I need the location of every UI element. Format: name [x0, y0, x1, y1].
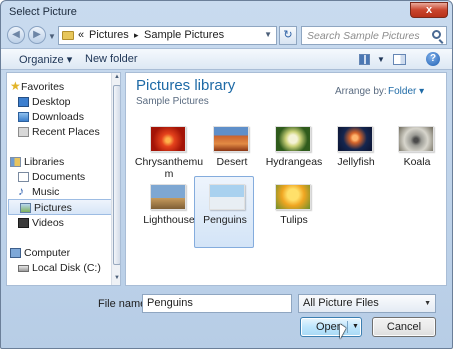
- open-options-dropdown-icon[interactable]: ▼: [352, 323, 359, 330]
- arrange-by-dropdown[interactable]: Folder ▾: [388, 86, 424, 97]
- breadcrumb-pictures[interactable]: Pictures: [89, 29, 129, 41]
- sidebar-item-label: Desktop: [32, 96, 71, 108]
- desktop-icon: [18, 97, 29, 107]
- refresh-button[interactable]: ↻: [279, 26, 297, 45]
- cancel-button[interactable]: Cancel: [372, 317, 436, 337]
- sidebar-item-music[interactable]: ♪ Music: [7, 184, 111, 200]
- search-icon[interactable]: [432, 30, 441, 39]
- help-icon[interactable]: ?: [426, 52, 440, 66]
- libraries-icon: [10, 157, 21, 167]
- chevron-down-icon: ▼: [424, 300, 431, 307]
- sidebar-group-libraries[interactable]: Libraries: [7, 154, 111, 170]
- title-bar[interactable]: Select Picture x: [1, 1, 452, 23]
- sidebar-item-label: Downloads: [32, 111, 84, 123]
- open-button-label: Open: [316, 321, 343, 333]
- sidebar-item-videos[interactable]: Videos: [7, 215, 111, 231]
- sidebar-item-label: Music: [32, 186, 60, 198]
- recent-places-icon: [18, 127, 29, 137]
- navigation-bar: ◀ ▶ ▼ « Pictures ▸ Sample Pictures ▼ ↻ S…: [1, 23, 452, 47]
- file-item-penguins[interactable]: Penguins: [194, 176, 254, 248]
- tulips-thumbnail: [275, 184, 311, 210]
- breadcrumb-separator-icon[interactable]: ▸: [134, 30, 139, 41]
- change-view-icon[interactable]: [359, 54, 370, 65]
- sidebar-item-label: Documents: [32, 171, 86, 183]
- breadcrumb-overflow[interactable]: «: [78, 29, 84, 41]
- star-icon: ★: [10, 79, 21, 93]
- lighthouse-thumbnail: [150, 184, 186, 210]
- new-folder-button[interactable]: New folder: [85, 53, 138, 65]
- sidebar-item-pictures[interactable]: Pictures: [8, 199, 112, 215]
- sidebar-group-label: Computer: [24, 247, 71, 259]
- view-options-dropdown-icon[interactable]: ▼: [377, 55, 385, 64]
- mouse-cursor-icon: [340, 324, 346, 339]
- window-title: Select Picture: [9, 6, 77, 18]
- sidebar-item-downloads[interactable]: Downloads: [7, 109, 111, 125]
- sidebar-group-favorites[interactable]: ★ Favorites: [7, 79, 111, 95]
- sidebar-item-documents[interactable]: Documents: [7, 169, 111, 185]
- koala-thumbnail: [398, 126, 434, 152]
- close-button[interactable]: x: [410, 2, 448, 18]
- sidebar-item-recent-places[interactable]: Recent Places: [7, 124, 111, 140]
- sidebar-item-local-disk[interactable]: Local Disk (C:): [7, 260, 111, 276]
- arrange-by-label: Arrange by:: [335, 86, 387, 97]
- downloads-icon: [18, 112, 29, 122]
- search-input[interactable]: Search Sample Pictures: [301, 26, 447, 45]
- breadcrumb-sample-pictures[interactable]: Sample Pictures: [144, 29, 224, 41]
- file-name-label: Penguins: [203, 214, 247, 226]
- sidebar-item-desktop[interactable]: Desktop: [7, 94, 111, 110]
- open-button[interactable]: Open ▼: [300, 317, 362, 337]
- documents-icon: [18, 172, 29, 182]
- hydrangeas-thumbnail: [275, 126, 311, 152]
- music-icon: ♪: [18, 184, 24, 198]
- disk-icon: [18, 265, 29, 272]
- library-title: Pictures library: [136, 77, 236, 94]
- sidebar-item-label: Pictures: [34, 202, 72, 214]
- scroll-up-arrow-icon[interactable]: ▲: [113, 74, 120, 80]
- preview-pane-icon[interactable]: [393, 54, 406, 65]
- sidebar-item-label: Local Disk (C:): [32, 262, 101, 274]
- split-divider: [347, 321, 348, 333]
- sidebar-group-label: Favorites: [21, 81, 65, 93]
- file-item-koala[interactable]: Koala: [386, 121, 446, 193]
- address-dropdown-icon[interactable]: ▼: [264, 30, 272, 39]
- sidebar-group-computer[interactable]: Computer: [7, 245, 111, 261]
- file-name-label: Koala: [403, 156, 431, 168]
- file-name-input[interactable]: Penguins: [142, 294, 292, 313]
- sidebar-item-label: Videos: [32, 217, 64, 229]
- penguins-thumbnail: [209, 184, 245, 210]
- back-button[interactable]: ◀: [7, 26, 25, 44]
- file-type-value: All Picture Files: [303, 297, 379, 309]
- chrysanthemum-thumbnail: [150, 126, 186, 152]
- organize-button[interactable]: Organize ▾: [19, 53, 72, 66]
- videos-icon: [18, 218, 29, 228]
- navigation-pane-scrollbar[interactable]: ▲ ▼: [111, 73, 120, 285]
- address-bar[interactable]: « Pictures ▸ Sample Pictures ▼: [58, 26, 277, 45]
- scrollbar-thumb[interactable]: [113, 85, 120, 265]
- file-type-select[interactable]: All Picture Files ▼: [298, 294, 436, 313]
- library-subtitle: Sample Pictures: [136, 96, 209, 107]
- folder-icon: [62, 31, 74, 40]
- select-picture-dialog: Select Picture x ◀ ▶ ▼ « Pictures ▸ Samp…: [0, 0, 453, 349]
- file-item-tulips[interactable]: Tulips: [263, 179, 323, 251]
- sidebar-group-label: Libraries: [24, 156, 65, 168]
- forward-button[interactable]: ▶: [28, 26, 46, 44]
- file-list-pane: Pictures library Sample Pictures Arrange…: [125, 72, 447, 286]
- file-name-label: Tulips: [280, 214, 308, 226]
- navigation-pane: ★ Favorites Desktop Downloads Recent Pla…: [6, 72, 121, 286]
- recent-pages-dropdown-icon[interactable]: ▼: [48, 32, 56, 41]
- pictures-icon: [20, 203, 31, 213]
- scroll-down-arrow-icon[interactable]: ▼: [113, 275, 120, 281]
- sidebar-item-label: Recent Places: [32, 126, 100, 138]
- command-toolbar: Organize ▾ New folder ▼ ?: [1, 48, 452, 70]
- file-item-jellyfish[interactable]: Jellyfish: [325, 121, 385, 193]
- search-placeholder: Search Sample Pictures: [307, 30, 420, 42]
- computer-icon: [10, 248, 21, 258]
- jellyfish-thumbnail: [337, 126, 373, 152]
- desert-thumbnail: [213, 126, 249, 152]
